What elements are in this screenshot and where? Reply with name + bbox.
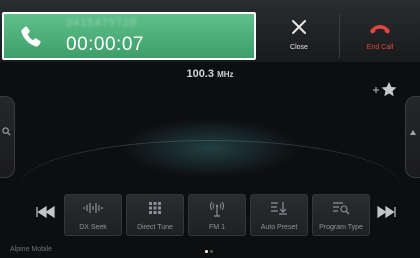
- phone-icon: [21, 26, 41, 47]
- seek-previous-button[interactable]: [34, 204, 58, 220]
- radio-control-bar: DX Seek Direct Tune FM 1 Auto Preset Pro…: [64, 194, 370, 236]
- frequency-value: 100.3: [186, 68, 214, 80]
- program-type-icon: [333, 202, 350, 215]
- end-call-button[interactable]: End Call: [342, 12, 418, 60]
- chevron-up-icon: [410, 130, 416, 135]
- frequency-display: 100.3 MHz: [0, 68, 420, 80]
- caller-number: 0415475728: [66, 17, 138, 29]
- close-button[interactable]: Close: [263, 12, 335, 60]
- auto-preset-label: Auto Preset: [260, 224, 298, 231]
- fm-band-label: FM 1: [209, 224, 225, 231]
- seek-next-button[interactable]: [374, 204, 398, 220]
- page-dot-active: [205, 250, 208, 253]
- auto-preset-icon: [271, 202, 287, 215]
- dx-seek-label: DX Seek: [79, 224, 107, 231]
- close-icon: [292, 20, 306, 34]
- right-panel-handle[interactable]: [405, 96, 420, 178]
- program-type-button[interactable]: Program Type: [312, 194, 370, 236]
- auto-preset-button[interactable]: Auto Preset: [250, 194, 308, 236]
- end-call-icon: [370, 25, 390, 34]
- direct-tune-label: Direct Tune: [137, 224, 173, 231]
- keypad-icon: [149, 202, 161, 214]
- dx-seek-icon: [83, 203, 103, 213]
- page-dot: [210, 250, 213, 253]
- left-panel-handle[interactable]: [0, 96, 15, 178]
- footer-label: Alpine Mobile: [10, 246, 53, 253]
- direct-tune-button[interactable]: Direct Tune: [126, 194, 184, 236]
- program-type-label: Program Type: [319, 224, 363, 231]
- active-call-banner[interactable]: 0415475728 00:00:07: [2, 12, 256, 60]
- fm-band-button[interactable]: FM 1: [188, 194, 246, 236]
- close-label: Close: [290, 44, 308, 51]
- dx-seek-button[interactable]: DX Seek: [64, 194, 122, 236]
- end-call-label: End Call: [366, 44, 394, 51]
- page-indicator: [204, 240, 218, 253]
- top-bar: 0415475728 00:00:07 Close End Call: [0, 0, 420, 62]
- call-timer: 00:00:07: [66, 34, 144, 55]
- divider: [339, 14, 340, 58]
- search-icon: [2, 127, 11, 136]
- add-favorite-icon[interactable]: [372, 80, 398, 100]
- frequency-unit: MHz: [217, 70, 234, 79]
- antenna-icon: [210, 201, 224, 217]
